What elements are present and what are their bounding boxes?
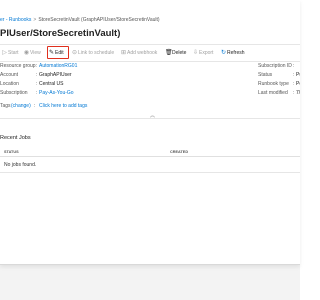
tags-change-link[interactable]: (change) xyxy=(11,102,31,111)
view-icon: ◉ xyxy=(23,50,30,56)
runbook-type-label: Runbook type xyxy=(258,81,289,87)
subscription-label: Subscription xyxy=(0,90,28,96)
delete-button[interactable]: 🗑Delete xyxy=(165,48,186,58)
status-separator: : xyxy=(293,72,295,78)
start-button[interactable]: ▷Start xyxy=(1,48,18,58)
created-column-header[interactable]: CREATED xyxy=(170,148,188,156)
edit-icon: ✎ xyxy=(48,50,55,56)
add-webhook-button[interactable]: ⊞Add webhook xyxy=(120,48,157,58)
subscription-value[interactable]: Pay-As-You-Go xyxy=(39,89,74,98)
refresh-icon: ↻ xyxy=(220,50,227,56)
location-value: Central US xyxy=(39,81,64,87)
page-title: PIUser/StoreSecretinVault) xyxy=(0,28,121,39)
subscription-separator: : xyxy=(36,90,38,96)
breadcrumb-separator: > xyxy=(33,17,37,23)
breadcrumb: er - Runbooks > StoreSecretinVault (GraphA… xyxy=(0,15,160,25)
breadcrumb-current: StoreSecretinVault (GraphAPIUser/StoreSe… xyxy=(38,17,160,23)
account-separator: : xyxy=(36,72,38,78)
export-icon: ⇩ xyxy=(192,50,199,56)
runbook-type-value: Po xyxy=(296,81,300,87)
status-label: Status xyxy=(258,72,273,78)
status-value: Pu xyxy=(296,72,300,78)
resource-group-separator: : xyxy=(36,63,38,69)
add-tags-link[interactable]: Click here to add tags xyxy=(39,102,87,111)
link-icon: ⊝ xyxy=(71,50,78,56)
view-button[interactable]: ◉View xyxy=(23,48,41,58)
tags-separator: : xyxy=(34,103,36,109)
runbook-blade: er - Runbooks > StoreSecretinVault (GraphA… xyxy=(0,0,300,265)
last-modified-value: 7/ xyxy=(296,90,300,96)
status-column-header[interactable]: STATUS xyxy=(4,148,19,156)
last-modified-label: Last modified xyxy=(258,90,288,96)
refresh-button[interactable]: ↻Refresh xyxy=(220,48,245,58)
recent-jobs-title: Recent Jobs xyxy=(0,135,31,141)
subscription-id-label: Subscription ID xyxy=(258,63,292,69)
subscription-id-separator: : xyxy=(293,63,295,69)
webhook-icon: ⊞ xyxy=(120,50,127,56)
edit-button[interactable]: ✎Edit xyxy=(48,48,64,58)
location-separator: : xyxy=(36,81,38,87)
runbook-type-separator: : xyxy=(293,81,295,87)
start-icon: ▷ xyxy=(2,50,7,56)
breadcrumb-link-runbooks[interactable]: er - Runbooks xyxy=(0,17,31,23)
jobs-empty-row: No jobs found. xyxy=(0,158,300,173)
jobs-table-header: STATUS CREATED xyxy=(0,148,300,157)
location-label: Location xyxy=(0,81,19,87)
tags-label: Tags xyxy=(0,103,11,109)
export-button[interactable]: ⇩Export xyxy=(192,48,213,58)
resource-group-label: Resource group xyxy=(0,63,36,69)
page-background: er - Runbooks > StoreSecretinVault (GraphA… xyxy=(0,0,300,300)
account-label: Account xyxy=(0,72,19,78)
delete-icon: 🗑 xyxy=(165,50,173,56)
resource-group-value[interactable]: AutomationRG01 xyxy=(39,62,77,71)
account-value: GraphAPIUser xyxy=(39,72,72,78)
command-bar: ▷Start ◉View ✎Edit ⊝Link to schedule ⊞Ad… xyxy=(0,44,300,62)
no-jobs-message: No jobs found. xyxy=(4,162,37,168)
link-to-schedule-button[interactable]: ⊝Link to schedule xyxy=(71,48,114,58)
last-modified-separator: : xyxy=(293,90,295,96)
essentials-divider xyxy=(0,118,300,119)
